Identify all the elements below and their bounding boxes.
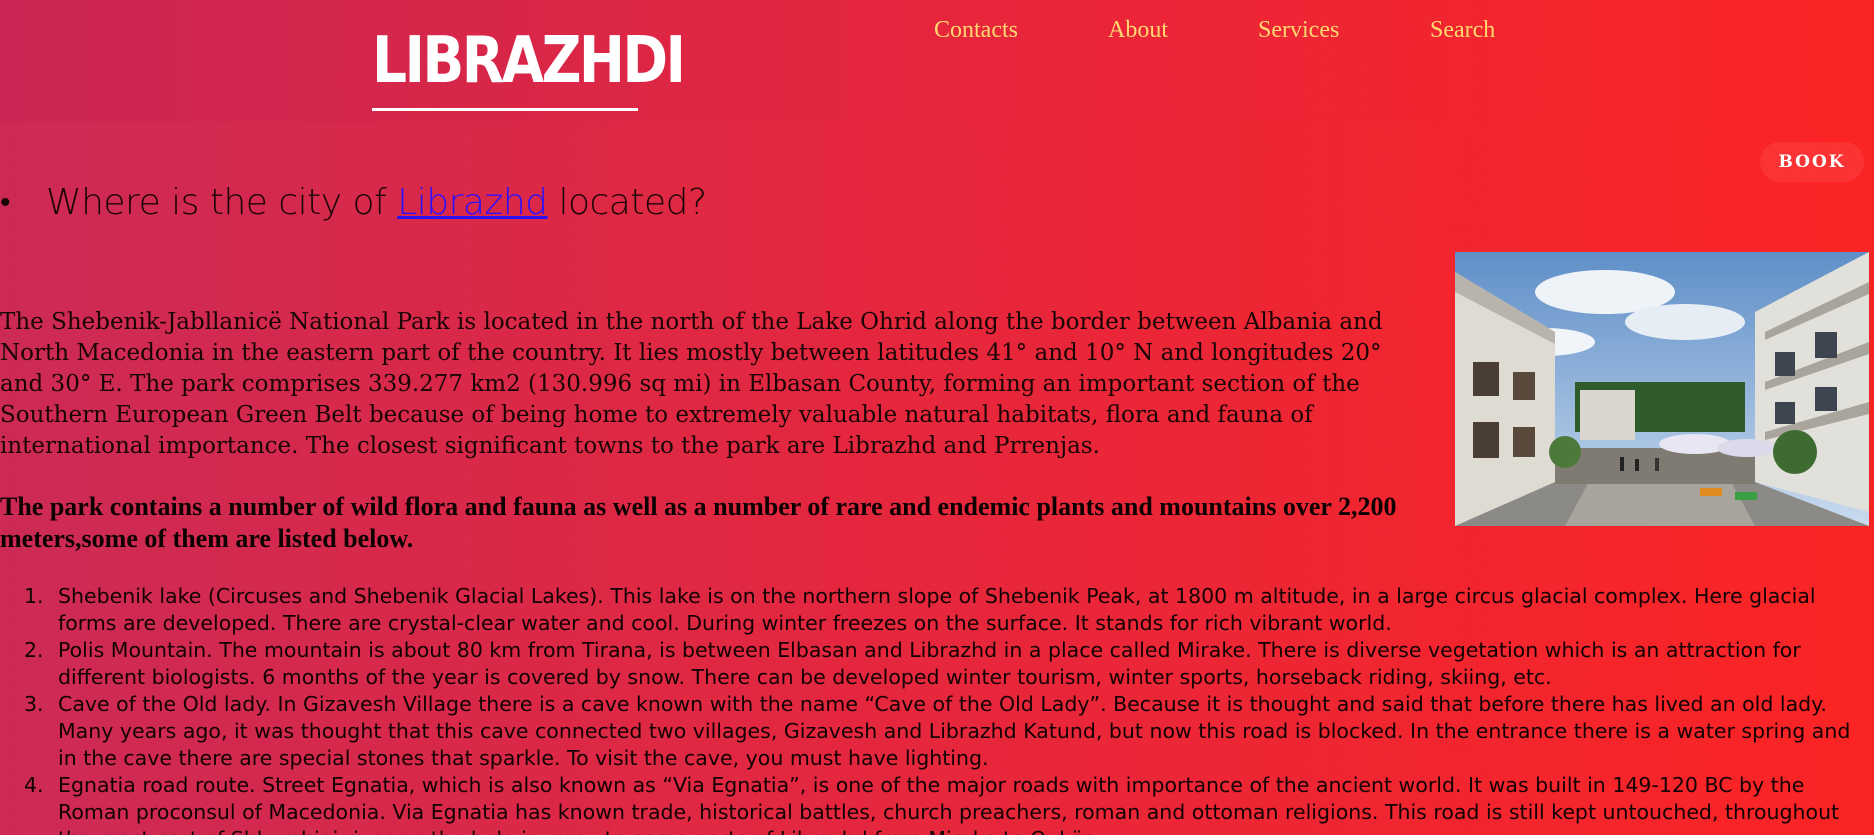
sites-list: 1. Shebenik lake (Circuses and Shebenik G… [0, 583, 1860, 835]
park-summary-paragraph: The park contains a number of wild flora… [0, 492, 1397, 553]
list-item-text: Cave of the Old lady. In Gizavesh Villag… [58, 692, 1851, 770]
question-prefix: Where is the city of [46, 182, 398, 223]
city-street-photo [1455, 252, 1869, 526]
list-item: 1. Shebenik lake (Circuses and Shebenik G… [0, 583, 1860, 637]
logo-underline [372, 108, 638, 111]
list-number: 2. [24, 638, 44, 662]
question-suffix: located? [547, 182, 707, 223]
site-logo[interactable]: LIBRAZHDI [372, 26, 686, 96]
bullet-marker: • [0, 185, 11, 220]
intro-paragraph: The Shebenik-Jabllanicë National Park is… [0, 309, 1383, 459]
list-item-text: Shebenik lake (Circuses and Shebenik Gla… [58, 584, 1816, 635]
list-item-text: Polis Mountain. The mountain is about 80… [58, 638, 1801, 689]
list-number: 4. [24, 773, 44, 797]
list-item: 2. Polis Mountain. The mountain is about … [0, 637, 1860, 691]
nav-contacts[interactable]: Contacts [934, 17, 1018, 44]
list-item: 3. Cave of the Old lady. In Gizavesh Vill… [0, 691, 1860, 772]
question-text: Where is the city of Librazhd located? [46, 178, 707, 228]
nav-services[interactable]: Services [1258, 17, 1339, 44]
list-number: 3. [24, 692, 44, 716]
nav-search[interactable]: Search [1430, 17, 1495, 44]
site-header: LIBRAZHDI Contacts About Services Search [0, 0, 1874, 122]
nav-about[interactable]: About [1108, 17, 1168, 44]
book-button[interactable]: BOOK [1760, 142, 1864, 182]
list-number: 1. [24, 584, 44, 608]
list-item-text: Egnatia road route. Street Egnatia, whic… [58, 773, 1840, 835]
list-item: 4. Egnatia road route. Street Egnatia, wh… [0, 772, 1860, 835]
librazhd-link[interactable]: Librazhd [397, 182, 548, 223]
